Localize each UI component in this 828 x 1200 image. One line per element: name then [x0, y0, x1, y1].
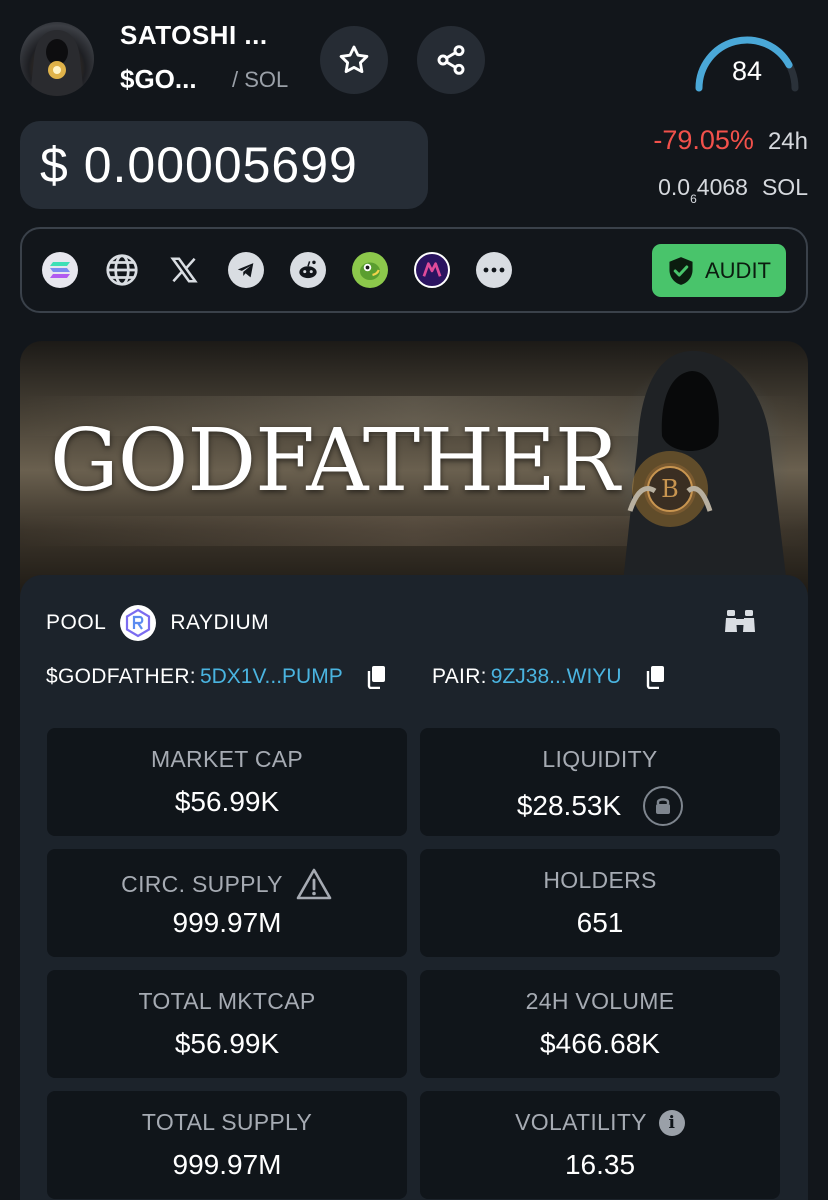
- binoculars-icon[interactable]: [724, 607, 756, 640]
- price-sol: 0.064068: [658, 174, 748, 206]
- stat-value: 999.97M: [172, 1149, 282, 1180]
- stat-24h-volume: 24H VOLUME $466.68K: [420, 970, 780, 1078]
- token-address-label: $GODFATHER:: [46, 665, 196, 688]
- favorite-button[interactable]: [320, 26, 388, 94]
- coingecko-icon[interactable]: [352, 252, 388, 288]
- price-usd: $ 0.00005699: [40, 137, 358, 193]
- copy-icon[interactable]: [644, 665, 666, 689]
- stat-label: VOLATILITY i: [420, 1109, 780, 1136]
- stat-label: 24H VOLUME: [525, 988, 675, 1014]
- stat-value: 16.35: [564, 1149, 636, 1180]
- audit-label: AUDIT: [705, 257, 771, 283]
- score-value: 84: [731, 56, 763, 86]
- audit-button[interactable]: AUDIT: [652, 244, 786, 297]
- share-button[interactable]: [417, 26, 485, 94]
- stat-market-cap: MARKET CAP $56.99K: [47, 728, 407, 836]
- stat-label: LIQUIDITY: [542, 746, 658, 772]
- pool-row: POOL RAYDIUM: [46, 605, 269, 641]
- token-avatar: [20, 22, 94, 96]
- token-banner: B GODFATHER: [20, 341, 808, 611]
- stat-value: $28.53K: [420, 786, 780, 826]
- price-sol-zero-count: 6: [690, 192, 697, 206]
- reddit-icon[interactable]: [290, 252, 326, 288]
- banner-title: GODFATHER: [50, 411, 620, 511]
- price-change-percent: -79.05%: [653, 125, 754, 155]
- token-chain: / SOL: [232, 67, 289, 92]
- warning-icon[interactable]: [295, 867, 333, 901]
- telegram-icon[interactable]: [228, 252, 264, 288]
- stat-value: 651: [576, 907, 624, 938]
- price-sol-unit: SOL: [761, 174, 808, 200]
- price-change-row: -79.05% 24h: [653, 125, 808, 156]
- pool-label: POOL: [46, 611, 107, 634]
- stat-value: 999.97M: [172, 907, 282, 938]
- stat-value: $56.99K: [174, 1028, 280, 1059]
- lock-icon[interactable]: [643, 786, 684, 826]
- x-icon[interactable]: [166, 252, 202, 288]
- token-header: SATOSHI ... $GO... / SOL 84 $ 0.00005699…: [0, 0, 828, 220]
- token-address-link[interactable]: 5DX1V...PUMP: [200, 665, 343, 689]
- stat-liquidity: LIQUIDITY $28.53K: [420, 728, 780, 836]
- stat-label: TOTAL MKTCAP: [138, 988, 316, 1014]
- token-info-panel: POOL RAYDIUM $GODFATHER: 5DX1V...PUMP PA…: [20, 575, 808, 1200]
- social-links-bar: AUDIT: [20, 227, 808, 313]
- info-icon[interactable]: i: [658, 1109, 685, 1136]
- stat-label: CIRC. SUPPLY: [47, 867, 407, 901]
- pool-dex-name[interactable]: RAYDIUM: [170, 611, 269, 635]
- token-symbol: $GO...: [120, 64, 197, 94]
- svg-text:B: B: [661, 475, 679, 503]
- stat-value: $56.99K: [174, 786, 280, 817]
- hooded-figure-image: B: [620, 350, 790, 611]
- price-sol-row: 0.064068 SOL: [658, 174, 808, 206]
- more-icon[interactable]: [476, 252, 512, 288]
- price-change-period: 24h: [767, 128, 808, 155]
- stat-volatility: VOLATILITY i 16.35: [420, 1091, 780, 1199]
- solana-icon[interactable]: [42, 252, 78, 288]
- stat-label: MARKET CAP: [150, 746, 304, 772]
- shield-check-icon: [669, 256, 693, 285]
- pair-address-label: PAIR:: [432, 665, 487, 688]
- stat-total-supply: TOTAL SUPPLY 999.97M: [47, 1091, 407, 1199]
- token-address-row: $GODFATHER: 5DX1V...PUMP: [46, 665, 387, 689]
- stat-value: $466.68K: [540, 1028, 660, 1059]
- stat-total-mktcap: TOTAL MKTCAP $56.99K: [47, 970, 407, 1078]
- price-box: $ 0.00005699: [20, 121, 428, 209]
- token-name: SATOSHI ...: [120, 20, 268, 50]
- star-icon: [339, 45, 369, 74]
- copy-icon[interactable]: [365, 665, 387, 689]
- stat-holders: HOLDERS 651: [420, 849, 780, 957]
- raydium-icon: [120, 605, 157, 641]
- pair-address-row: PAIR: 9ZJ38...WIYU: [432, 665, 666, 689]
- pair-address-link[interactable]: 9ZJ38...WIYU: [491, 665, 622, 689]
- share-icon: [437, 45, 465, 75]
- stat-circ-supply: CIRC. SUPPLY 999.97M: [47, 849, 407, 957]
- stat-label: HOLDERS: [543, 867, 657, 893]
- stat-label: TOTAL SUPPLY: [141, 1109, 313, 1135]
- globe-icon[interactable]: [104, 252, 140, 288]
- app-icon[interactable]: [414, 252, 450, 288]
